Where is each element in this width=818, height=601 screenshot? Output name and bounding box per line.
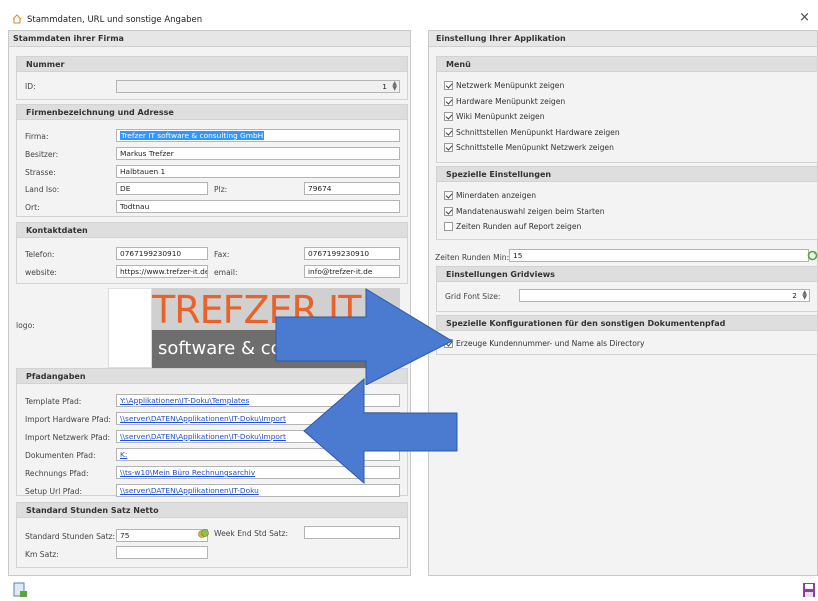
checkbox-row[interactable]: Zeiten Runden auf Report zeigen xyxy=(444,222,581,231)
weekend-label: Week End Std Satz: xyxy=(214,529,289,538)
website-field[interactable]: https://www.trefzer-it.de, xyxy=(116,265,208,278)
email-label: email: xyxy=(214,268,238,277)
pfad-label: Setup Url Pfad: xyxy=(25,487,83,496)
checkbox-row[interactable]: Wiki Menüpunkt zeigen xyxy=(444,112,545,121)
telefon-label: Telefon: xyxy=(25,250,55,259)
logo-frame xyxy=(108,288,152,368)
checkbox[interactable] xyxy=(444,112,453,121)
plz-label: Plz: xyxy=(214,185,228,194)
pfad-label: Template Pfad: xyxy=(25,397,82,406)
group-doku: Spezielle Konfigurationen für den sonsti… xyxy=(436,315,818,355)
save-icon[interactable] xyxy=(802,582,816,600)
coins-icon[interactable] xyxy=(198,528,209,541)
checkbox[interactable] xyxy=(444,222,453,231)
checkbox-label: Netzwerk Menüpunkt zeigen xyxy=(456,81,565,90)
spinner-icon[interactable]: ▲ ▼ xyxy=(392,81,397,92)
group-stunden-header: Standard Stunden Satz Netto xyxy=(17,503,407,518)
fax-field[interactable]: 0767199230910 xyxy=(304,247,400,260)
strasse-label: Strasse: xyxy=(25,168,56,177)
checkbox-label: Mandatenauswahl zeigen beim Starten xyxy=(456,206,605,216)
close-icon[interactable]: × xyxy=(799,10,810,25)
group-grid-header: Einstellungen Gridviews xyxy=(437,267,817,282)
arrow-left-icon xyxy=(303,377,458,485)
km-satz-field[interactable] xyxy=(116,546,208,559)
pfad-label: Import Netzwerk Pfad: xyxy=(25,433,111,442)
checkbox[interactable] xyxy=(444,127,453,137)
group-firma-header: Firmenbezeichnung und Adresse xyxy=(17,105,407,120)
pfad-link[interactable]: \\server\DATEN\Applikationen\IT-Doku\Imp… xyxy=(120,414,286,423)
pfad-link[interactable]: K: xyxy=(120,450,127,459)
window-title-bar: Stammdaten, URL und sonstige Angaben xyxy=(12,12,202,28)
stunden-satz-label: Standard Stunden Satz: xyxy=(25,532,116,541)
checkbox-row[interactable]: Erzeuge Kundennummer- und Name als Direc… xyxy=(444,339,645,348)
checkbox-label: Minerdaten anzeigen xyxy=(456,191,537,200)
grid-font-field[interactable]: 2 ▲ ▼ xyxy=(519,289,810,302)
km-satz-label: Km Satz: xyxy=(25,550,59,559)
checkbox[interactable] xyxy=(444,206,453,216)
arrow-right-icon xyxy=(275,288,454,385)
home-icon xyxy=(12,13,22,27)
ort-field[interactable]: Todtnau xyxy=(116,200,400,213)
checkbox-row[interactable]: Minerdaten anzeigen xyxy=(444,191,536,200)
checkbox-label: Hardware Menüpunkt zeigen xyxy=(456,96,566,106)
pfad-link[interactable]: Y:\Applikationen\IT-Doku\Templates xyxy=(120,396,249,405)
land-field[interactable]: DE xyxy=(116,182,208,195)
refresh-icon[interactable] xyxy=(807,250,818,263)
checkbox-label: Erzeuge Kundennummer- und Name als Direc… xyxy=(456,339,645,348)
firma-field[interactable]: Trefzer IT software & consulting GmbH xyxy=(116,129,400,142)
pfad-label: Import Hardware Pfad: xyxy=(25,415,111,424)
besitzer-field[interactable]: Markus Trefzer xyxy=(116,147,400,160)
telefon-field[interactable]: 0767199230910 xyxy=(116,247,208,260)
weekend-field[interactable] xyxy=(304,526,400,539)
group-nummer-header: Nummer xyxy=(17,57,407,72)
right-panel-header: Einstellung Ihrer Applikation xyxy=(429,31,817,47)
stunden-satz-field[interactable]: 75 xyxy=(116,529,208,542)
checkbox-row[interactable]: Schnittstelle Menüpunkt Netzwerk zeigen xyxy=(444,143,614,152)
checkbox-row[interactable]: Hardware Menüpunkt zeigen xyxy=(444,96,566,106)
id-label: ID: xyxy=(25,82,36,91)
pfad-link[interactable]: \\server\DATEN\Applikationen\IT-Doku\Imp… xyxy=(120,432,286,441)
checkbox-row[interactable]: Mandatenauswahl zeigen beim Starten xyxy=(444,206,605,216)
ort-label: Ort: xyxy=(25,203,40,212)
firma-label: Firma: xyxy=(25,132,49,141)
plz-field[interactable]: 79674 xyxy=(304,182,400,195)
fax-label: Fax: xyxy=(214,250,230,259)
checkbox[interactable] xyxy=(444,191,453,200)
id-field[interactable]: 1 ▲ ▼ xyxy=(116,80,400,93)
group-speziell-header: Spezielle Einstellungen xyxy=(437,167,817,182)
pfad-link[interactable]: \\server\DATEN\Applikationen\IT-Doku xyxy=(120,486,259,495)
email-field[interactable]: info@trefzer-it.de xyxy=(304,265,400,278)
zeiten-runden-field[interactable]: 15 xyxy=(509,249,809,262)
strasse-field[interactable]: Halbtauen 1 xyxy=(116,165,400,178)
pfad-label: Rechnungs Pfad: xyxy=(25,469,89,478)
checkbox-row[interactable]: Schnittstellen Menüpunkt Hardware zeigen xyxy=(444,127,620,137)
checkbox-label: Schnittstelle Menüpunkt Netzwerk zeigen xyxy=(456,143,614,152)
pfad-label: Dokumenten Pfad: xyxy=(25,451,96,460)
logo-label: logo: xyxy=(16,321,35,330)
group-kontakt-header: Kontaktdaten xyxy=(17,223,407,238)
besitzer-label: Besitzer: xyxy=(25,150,59,159)
window-title: Stammdaten, URL und sonstige Angaben xyxy=(27,15,203,25)
land-label: Land Iso: xyxy=(25,185,60,194)
group-menu-header: Menü xyxy=(437,57,817,72)
zeiten-runden-label: Zeiten Runden Min: xyxy=(435,253,510,262)
checkbox-row[interactable]: Netzwerk Menüpunkt zeigen xyxy=(444,81,564,90)
pfad-link[interactable]: \\ts-w10\Mein Büro Rechnungsarchiv xyxy=(120,468,255,477)
group-nummer: Nummer xyxy=(16,56,408,100)
checkbox-label: Wiki Menüpunkt zeigen xyxy=(456,112,545,121)
left-panel-header: Stammdaten ihrer Firma xyxy=(9,31,410,47)
group-doku-header: Spezielle Konfigurationen für den sonsti… xyxy=(437,316,817,331)
checkbox-label: Zeiten Runden auf Report zeigen xyxy=(456,222,582,231)
report-icon[interactable] xyxy=(12,582,28,600)
checkbox[interactable] xyxy=(444,81,453,90)
checkbox-label: Schnittstellen Menüpunkt Hardware zeigen xyxy=(456,127,620,137)
grid-spinner-icon[interactable]: ▲ ▼ xyxy=(802,290,807,301)
website-label: website: xyxy=(25,268,57,277)
checkbox[interactable] xyxy=(444,143,453,152)
checkbox[interactable] xyxy=(444,96,453,106)
